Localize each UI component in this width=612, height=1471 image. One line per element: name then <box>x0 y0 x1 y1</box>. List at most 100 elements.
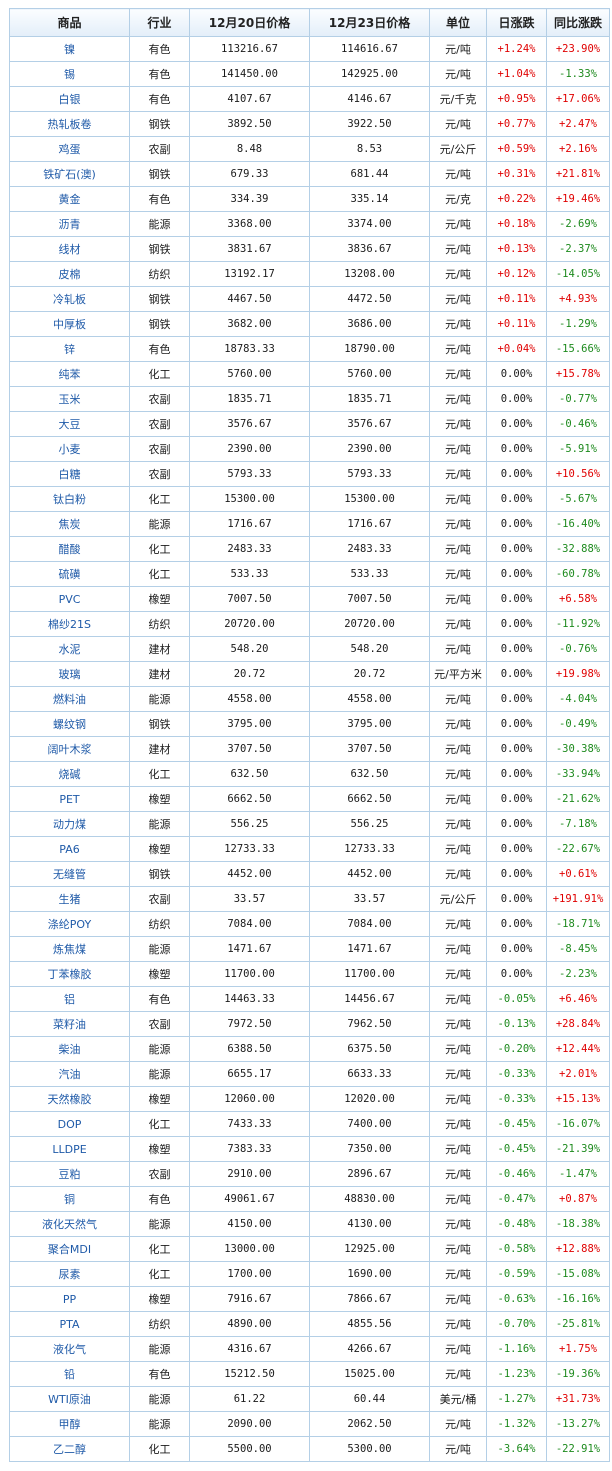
industry: 化工 <box>129 761 190 787</box>
commodity-name[interactable]: 生猪 <box>9 886 130 912</box>
commodity-name[interactable]: PA6 <box>9 836 130 862</box>
commodity-name[interactable]: 阔叶木浆 <box>9 736 130 762</box>
commodity-name[interactable]: 烧碱 <box>9 761 130 787</box>
price-dec20: 15212.50 <box>189 1361 310 1387</box>
commodity-name[interactable]: 鸡蛋 <box>9 136 130 162</box>
industry: 橡塑 <box>129 1086 190 1112</box>
yoy-change: -33.94% <box>546 761 610 787</box>
commodity-name[interactable]: 热轧板卷 <box>9 111 130 137</box>
commodity-name[interactable]: 丁苯橡胶 <box>9 961 130 987</box>
commodity-name[interactable]: 棉纱21S <box>9 611 130 637</box>
commodity-name[interactable]: 线材 <box>9 236 130 262</box>
commodity-name[interactable]: 天然橡胶 <box>9 1086 130 1112</box>
commodity-name[interactable]: PP <box>9 1286 130 1312</box>
commodity-name[interactable]: DOP <box>9 1111 130 1137</box>
price-dec20: 1835.71 <box>189 386 310 412</box>
commodity-name[interactable]: 螺纹钢 <box>9 711 130 737</box>
commodity-name[interactable]: 白银 <box>9 86 130 112</box>
commodity-name[interactable]: 无缝管 <box>9 861 130 887</box>
commodity-name[interactable]: 冷轧板 <box>9 286 130 312</box>
commodity-name[interactable]: WTI原油 <box>9 1386 130 1412</box>
yoy-change: +12.88% <box>546 1236 610 1262</box>
commodity-name[interactable]: 铅 <box>9 1361 130 1387</box>
header-unit[interactable]: 单位 <box>429 8 487 37</box>
price-dec23: 114616.67 <box>309 36 430 62</box>
commodity-name[interactable]: 炼焦煤 <box>9 936 130 962</box>
commodity-name[interactable]: PVC <box>9 586 130 612</box>
commodity-name[interactable]: 铁矿石(澳) <box>9 161 130 187</box>
commodity-name[interactable]: 小麦 <box>9 436 130 462</box>
commodity-name[interactable]: 钛白粉 <box>9 486 130 512</box>
commodity-name[interactable]: PTA <box>9 1311 130 1337</box>
commodity-name[interactable]: 沥青 <box>9 211 130 237</box>
commodity-name[interactable]: 动力煤 <box>9 811 130 837</box>
price-dec20: 7916.67 <box>189 1286 310 1312</box>
yoy-change: +31.73% <box>546 1386 610 1412</box>
commodity-name[interactable]: 聚合MDI <box>9 1236 130 1262</box>
commodity-name[interactable]: 锌 <box>9 336 130 362</box>
header-price-dec20[interactable]: 12月20日价格 <box>189 8 310 37</box>
header-daily-change[interactable]: 日涨跌 <box>486 8 547 37</box>
daily-change: -1.16% <box>486 1336 547 1362</box>
price-dec23: 3576.67 <box>309 411 430 437</box>
price-dec23: 18790.00 <box>309 336 430 362</box>
daily-change: 0.00% <box>486 961 547 987</box>
daily-change: +0.59% <box>486 136 547 162</box>
commodity-name[interactable]: 甲醇 <box>9 1411 130 1437</box>
price-dec20: 1716.67 <box>189 511 310 537</box>
commodity-name[interactable]: 涤纶POY <box>9 911 130 937</box>
daily-change: 0.00% <box>486 461 547 487</box>
commodity-name[interactable]: 中厚板 <box>9 311 130 337</box>
commodity-name[interactable]: 豆粕 <box>9 1161 130 1187</box>
price-dec20: 4150.00 <box>189 1211 310 1237</box>
commodity-name[interactable]: 大豆 <box>9 411 130 437</box>
commodity-name[interactable]: 白糖 <box>9 461 130 487</box>
commodity-name[interactable]: PET <box>9 786 130 812</box>
commodity-name[interactable]: 乙二醇 <box>9 1436 130 1462</box>
price-dec23: 2062.50 <box>309 1411 430 1437</box>
table-row: 黄金 有色 334.39 335.14 元/克 +0.22% +19.46% <box>9 186 610 212</box>
commodity-name[interactable]: 尿素 <box>9 1261 130 1287</box>
industry: 化工 <box>129 1111 190 1137</box>
price-dec23: 20.72 <box>309 661 430 687</box>
commodity-name[interactable]: 液化气 <box>9 1336 130 1362</box>
daily-change: 0.00% <box>486 611 547 637</box>
commodity-name[interactable]: 菜籽油 <box>9 1011 130 1037</box>
commodity-name[interactable]: 纯苯 <box>9 361 130 387</box>
commodity-name[interactable]: 铝 <box>9 986 130 1012</box>
commodity-name[interactable]: 镍 <box>9 36 130 62</box>
table-row: PTA 纺织 4890.00 4855.56 元/吨 -0.70% -25.81% <box>9 1311 610 1337</box>
commodity-name[interactable]: 柴油 <box>9 1036 130 1062</box>
commodity-name[interactable]: 硫磺 <box>9 561 130 587</box>
table-row: 聚合MDI 化工 13000.00 12925.00 元/吨 -0.58% +12.88% <box>9 1236 610 1262</box>
commodity-name[interactable]: 燃料油 <box>9 686 130 712</box>
header-yoy-change[interactable]: 同比涨跌 <box>546 8 610 37</box>
commodity-name[interactable]: 水泥 <box>9 636 130 662</box>
commodity-name[interactable]: 锡 <box>9 61 130 87</box>
commodity-name[interactable]: 焦炭 <box>9 511 130 537</box>
price-dec20: 3795.00 <box>189 711 310 737</box>
commodity-name[interactable]: 铜 <box>9 1186 130 1212</box>
daily-change: -0.45% <box>486 1136 547 1162</box>
daily-change: +0.11% <box>486 286 547 312</box>
commodity-name[interactable]: 玉米 <box>9 386 130 412</box>
commodity-name[interactable]: 汽油 <box>9 1061 130 1087</box>
commodity-name[interactable]: 黄金 <box>9 186 130 212</box>
commodity-name[interactable]: 醋酸 <box>9 536 130 562</box>
commodity-name[interactable]: 液化天然气 <box>9 1211 130 1237</box>
commodity-name[interactable]: 皮棉 <box>9 261 130 287</box>
daily-change: 0.00% <box>486 936 547 962</box>
header-price-dec23[interactable]: 12月23日价格 <box>309 8 430 37</box>
price-dec23: 3707.50 <box>309 736 430 762</box>
daily-change: 0.00% <box>486 386 547 412</box>
unit: 元/吨 <box>429 361 487 387</box>
yoy-change: -0.46% <box>546 411 610 437</box>
header-industry[interactable]: 行业 <box>129 8 190 37</box>
yoy-change: +21.81% <box>546 161 610 187</box>
header-commodity[interactable]: 商品 <box>9 8 130 37</box>
commodity-name[interactable]: LLDPE <box>9 1136 130 1162</box>
daily-change: +0.95% <box>486 86 547 112</box>
commodity-name[interactable]: 玻璃 <box>9 661 130 687</box>
yoy-change: -1.29% <box>546 311 610 337</box>
daily-change: -0.05% <box>486 986 547 1012</box>
